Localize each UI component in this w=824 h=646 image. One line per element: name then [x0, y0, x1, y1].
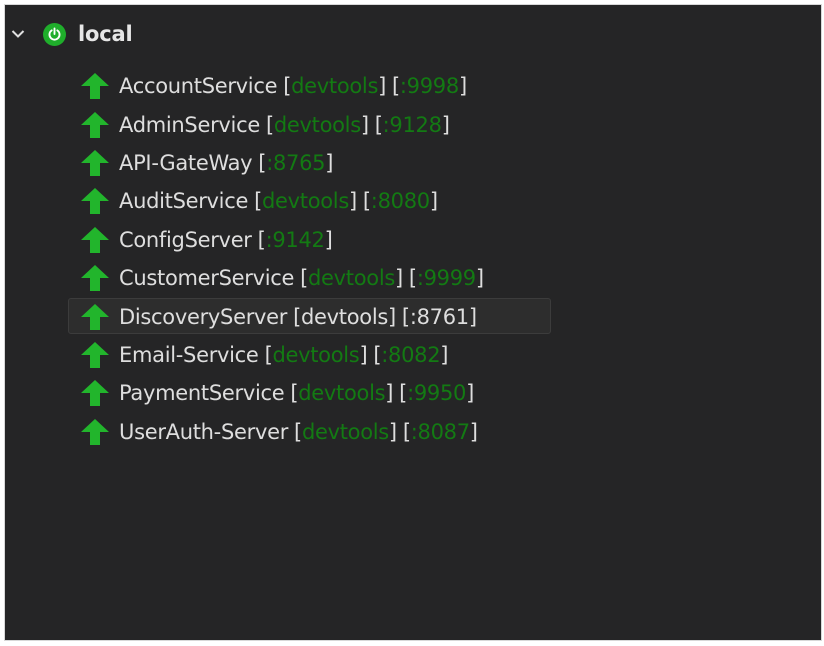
port-tag: :8087: [410, 419, 470, 444]
service-name: AccountService: [119, 74, 278, 99]
service-item[interactable]: DiscoveryServer [devtools] [:8761]: [68, 297, 551, 335]
devtools-tag: devtools: [262, 189, 349, 214]
service-item[interactable]: AdminService [devtools] [:9128]: [69, 105, 484, 143]
status-up-arrow-icon: [78, 379, 112, 407]
devtools-tag: devtools: [298, 381, 386, 406]
service-label: ConfigServer [:9142]: [119, 227, 333, 252]
devtools-tag: devtools: [291, 74, 379, 99]
port-tag: :9950: [407, 381, 467, 406]
service-name: AuditService: [119, 189, 249, 214]
service-label: API-GateWay [:8765]: [119, 150, 334, 175]
status-up-arrow-icon: [78, 72, 112, 100]
status-up-arrow-icon: [78, 303, 112, 331]
port-tag: :8761: [409, 304, 469, 329]
service-label: AdminService [devtools] [:9128]: [119, 112, 450, 137]
devtools-tag: devtools: [301, 419, 389, 444]
service-name: CustomerService: [119, 266, 295, 291]
status-up-arrow-icon: [78, 149, 112, 177]
service-label: AuditService [devtools] [:8080]: [119, 189, 438, 214]
status-up-arrow-icon: [78, 341, 112, 369]
service-item[interactable]: PaymentService [devtools] [:9950]: [69, 374, 484, 412]
status-up-arrow-icon: [78, 187, 112, 215]
devtools-tag: devtools: [273, 112, 361, 137]
devtools-tag: devtools: [301, 304, 389, 329]
devtools-tag: devtools: [272, 342, 360, 367]
service-label: CustomerService [devtools] [:9999]: [119, 266, 484, 291]
service-name: AdminService: [119, 112, 260, 137]
service-item[interactable]: Email-Service [devtools] [:8082]: [69, 336, 484, 374]
tree-root-label: local: [78, 22, 133, 46]
service-name: ConfigServer: [119, 227, 252, 252]
port-tag: :8765: [266, 150, 326, 175]
service-name: Email-Service: [119, 342, 259, 367]
devtools-tag: devtools: [308, 266, 396, 291]
port-tag: :8080: [370, 189, 430, 214]
port-tag: :9999: [416, 266, 476, 291]
service-item[interactable]: AccountService [devtools] [:9998]: [69, 67, 484, 105]
port-tag: :9998: [399, 74, 459, 99]
services-tree-panel: local AccountService [devtools] [:9998] Adm…: [4, 4, 822, 641]
service-item[interactable]: UserAuth-Server [devtools] [:8087]: [69, 413, 484, 451]
status-up-arrow-icon: [78, 264, 112, 292]
service-name: PaymentService: [119, 381, 285, 406]
service-item[interactable]: AuditService [devtools] [:8080]: [69, 182, 484, 220]
chevron-down-icon[interactable]: [7, 23, 29, 45]
service-name: UserAuth-Server: [119, 419, 289, 444]
service-name: API-GateWay: [119, 150, 253, 175]
service-label: Email-Service [devtools] [:8082]: [119, 342, 449, 367]
service-label: DiscoveryServer [devtools] [:8761]: [119, 304, 477, 329]
service-list: AccountService [devtools] [:9998] AdminServ…: [68, 67, 551, 451]
tree-root-local[interactable]: local: [5, 18, 133, 50]
port-tag: :9128: [382, 112, 442, 137]
port-tag: :9142: [265, 227, 325, 252]
status-up-arrow-icon: [78, 111, 112, 139]
service-item[interactable]: ConfigServer [:9142]: [69, 221, 484, 259]
power-icon: [43, 22, 66, 46]
service-label: UserAuth-Server [devtools] [:8087]: [119, 419, 478, 444]
service-item[interactable]: API-GateWay [:8765]: [69, 144, 484, 182]
status-up-arrow-icon: [78, 418, 112, 446]
service-name: DiscoveryServer: [119, 304, 288, 329]
service-item[interactable]: CustomerService [devtools] [:9999]: [69, 259, 484, 297]
service-label: AccountService [devtools] [:9998]: [119, 74, 467, 99]
service-label: PaymentService [devtools] [:9950]: [119, 381, 474, 406]
status-up-arrow-icon: [78, 226, 112, 254]
port-tag: :8082: [381, 342, 441, 367]
